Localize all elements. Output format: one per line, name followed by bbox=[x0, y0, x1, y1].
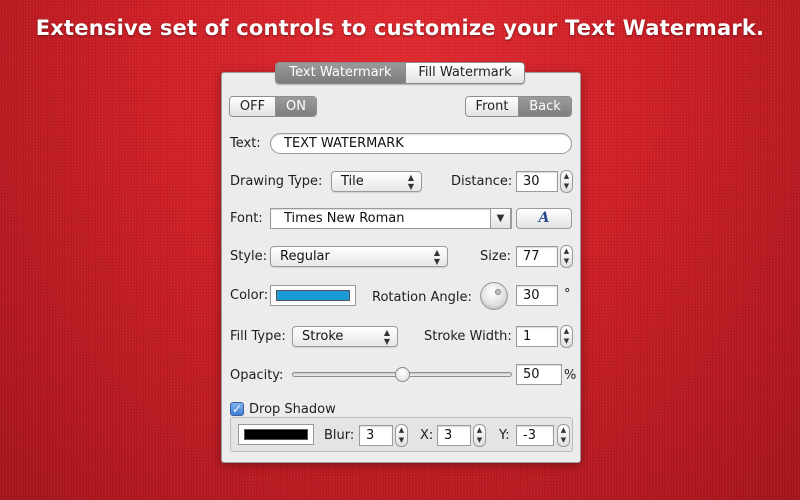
tab-text-watermark[interactable]: Text Watermark bbox=[276, 63, 405, 83]
distance-label: Distance: bbox=[451, 174, 513, 189]
blur-stepper[interactable]: ▲ ▼ bbox=[395, 424, 408, 447]
text-label: Text: bbox=[230, 136, 261, 151]
stroke-width-input[interactable]: 1 bbox=[516, 326, 558, 347]
checkmark-icon: ✓ bbox=[231, 402, 243, 416]
distance-stepper[interactable]: ▲ ▼ bbox=[560, 170, 573, 193]
size-input[interactable]: 77 bbox=[516, 246, 558, 267]
opacity-label: Opacity: bbox=[230, 368, 284, 383]
off-option[interactable]: OFF bbox=[230, 97, 275, 116]
tab-bar: Text Watermark Fill Watermark bbox=[275, 62, 525, 84]
updown-arrows-icon: ▲ ▼ bbox=[433, 248, 440, 266]
front-option[interactable]: Front bbox=[466, 97, 518, 116]
style-value: Regular bbox=[280, 249, 330, 264]
shadow-y-label: Y: bbox=[499, 428, 510, 443]
drop-shadow-label: Drop Shadow bbox=[249, 402, 336, 417]
shadow-x-input[interactable]: 3 bbox=[437, 425, 471, 446]
fill-type-select[interactable]: Stroke ▲ ▼ bbox=[292, 326, 398, 347]
rotation-label: Rotation Angle: bbox=[372, 290, 472, 305]
updown-arrows-icon: ▲ ▼ bbox=[407, 173, 414, 191]
rotation-knob[interactable] bbox=[480, 282, 508, 310]
shadow-color-well[interactable] bbox=[238, 424, 314, 445]
blur-input[interactable]: 3 bbox=[359, 425, 393, 446]
shadow-x-stepper[interactable]: ▲ ▼ bbox=[473, 424, 486, 447]
font-panel-button[interactable]: A bbox=[516, 208, 572, 229]
fill-type-value: Stroke bbox=[302, 329, 344, 344]
color-well[interactable] bbox=[270, 285, 356, 306]
drawing-type-label: Drawing Type: bbox=[230, 174, 323, 189]
on-off-toggle: OFF ON bbox=[229, 96, 317, 117]
stroke-width-label: Stroke Width: bbox=[424, 329, 512, 344]
drop-shadow-group: Blur: 3 ▲ ▼ X: 3 ▲ ▼ Y: -3 ▲ ▼ bbox=[230, 417, 573, 452]
back-option[interactable]: Back bbox=[518, 97, 571, 116]
text-input[interactable]: TEXT WATERMARK bbox=[270, 133, 572, 154]
style-select[interactable]: Regular ▲ ▼ bbox=[270, 246, 448, 267]
shadow-y-stepper[interactable]: ▲ ▼ bbox=[557, 424, 570, 447]
color-swatch bbox=[276, 290, 350, 301]
distance-input[interactable]: 30 bbox=[516, 171, 558, 192]
shadow-color-swatch bbox=[244, 429, 308, 440]
rotation-input[interactable]: 30 bbox=[516, 285, 558, 306]
headline: Extensive set of controls to customize y… bbox=[35, 16, 765, 40]
chevron-down-icon[interactable]: ▼ bbox=[490, 208, 511, 229]
size-label: Size: bbox=[480, 249, 512, 264]
font-label: Font: bbox=[230, 211, 263, 226]
tab-fill-watermark[interactable]: Fill Watermark bbox=[405, 63, 524, 83]
degree-unit: ° bbox=[564, 287, 571, 302]
layer-toggle: Front Back bbox=[465, 96, 572, 117]
opacity-input[interactable]: 50 bbox=[516, 364, 562, 385]
updown-arrows-icon: ▲ ▼ bbox=[383, 328, 390, 346]
font-combo[interactable]: Times New Roman ▼ bbox=[270, 208, 512, 229]
style-label: Style: bbox=[230, 249, 268, 264]
font-value: Times New Roman bbox=[284, 211, 405, 226]
blur-label: Blur: bbox=[324, 428, 355, 443]
percent-unit: % bbox=[564, 368, 577, 383]
fill-type-label: Fill Type: bbox=[230, 329, 286, 344]
settings-panel: OFF ON Front Back Text: TEXT WATERMARK D… bbox=[221, 72, 581, 463]
shadow-y-input[interactable]: -3 bbox=[516, 425, 554, 446]
stroke-width-stepper[interactable]: ▲ ▼ bbox=[560, 325, 573, 348]
size-stepper[interactable]: ▲ ▼ bbox=[560, 245, 573, 268]
color-label: Color: bbox=[230, 288, 269, 303]
drawing-type-select[interactable]: Tile ▲ ▼ bbox=[331, 171, 422, 192]
opacity-slider-thumb[interactable] bbox=[394, 367, 410, 382]
drop-shadow-checkbox[interactable]: ✓ bbox=[230, 402, 244, 416]
knob-indicator-icon bbox=[495, 289, 501, 295]
drawing-type-value: Tile bbox=[341, 174, 364, 189]
shadow-x-label: X: bbox=[420, 428, 434, 443]
on-option[interactable]: ON bbox=[275, 97, 316, 116]
